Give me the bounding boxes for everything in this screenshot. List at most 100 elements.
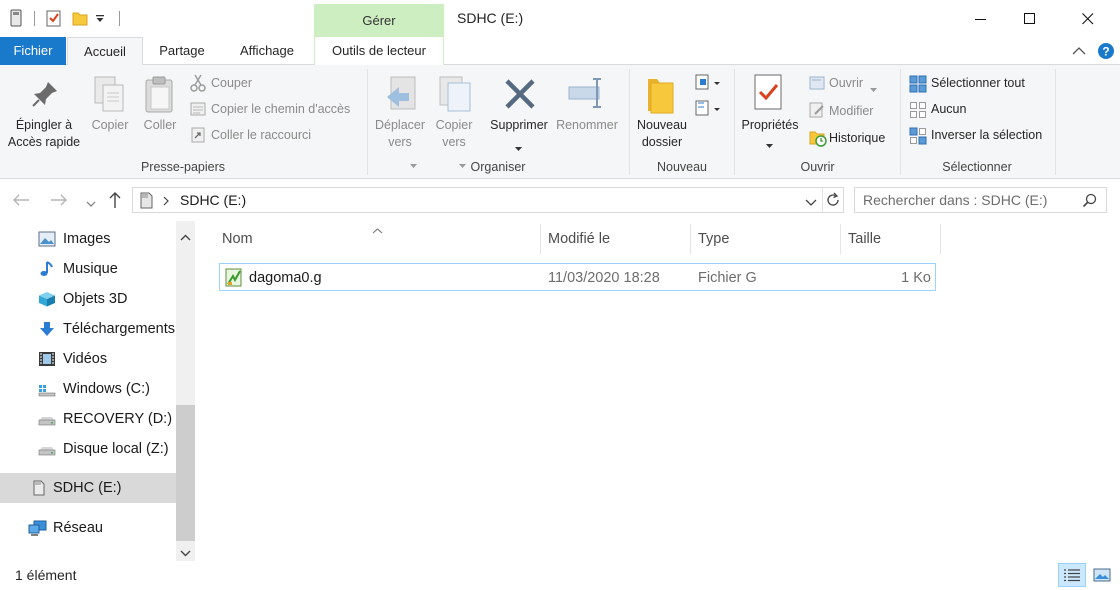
nav-item-label: Vidéos <box>63 351 108 367</box>
open-group-label: Ouvrir <box>800 160 835 174</box>
nav-item-music[interactable]: Musique <box>0 254 176 284</box>
column-divider[interactable] <box>940 224 941 254</box>
file-type: Fichier G <box>698 270 757 286</box>
easy-access-icon[interactable] <box>694 99 722 122</box>
column-divider[interactable] <box>540 224 541 254</box>
nav-item-videos[interactable]: Vidéos <box>0 344 176 374</box>
scroll-up-icon[interactable] <box>180 230 191 244</box>
nav-item-downloads[interactable]: Téléchargements <box>0 314 176 344</box>
address-bar[interactable]: SDHC (E:) <box>132 187 844 213</box>
cut-button[interactable]: Couper <box>211 73 252 93</box>
column-divider[interactable] <box>690 224 691 254</box>
minimize-icon <box>975 18 986 20</box>
rename-button[interactable]: Renommer <box>553 117 621 134</box>
recent-locations-chevron-icon[interactable] <box>86 197 96 211</box>
move-to-button[interactable]: Déplacer vers <box>372 117 428 151</box>
nav-item-3d-objects[interactable]: Objets 3D <box>0 284 176 314</box>
column-header-modified[interactable]: Modifié le <box>548 231 610 247</box>
breadcrumb-separator-icon[interactable] <box>163 195 169 209</box>
pin-quick-access-button[interactable]: Épingler à Accès rapide <box>4 117 84 151</box>
navigation-bar: SDHC (E:) <box>0 179 1120 221</box>
breadcrumb-current[interactable]: SDHC (E:) <box>180 192 246 208</box>
history-icon <box>809 129 827 150</box>
tab-share[interactable]: Partage <box>146 37 218 65</box>
tab-file[interactable]: Fichier <box>0 37 66 65</box>
navigation-pane: Images Musique Objets 3D Téléchargements… <box>0 221 196 561</box>
ribbon-group-divider <box>1055 69 1056 175</box>
search-icon[interactable] <box>1082 193 1097 211</box>
nav-item-label: Images <box>63 231 111 247</box>
nav-scrollbar-thumb[interactable] <box>176 405 195 541</box>
column-header-size[interactable]: Taille <box>848 231 881 247</box>
nav-item-windows-c[interactable]: Windows (C:) <box>0 374 176 404</box>
explorer-app-icon[interactable] <box>9 9 25 27</box>
select-all-icon <box>909 75 927 96</box>
up-arrow-icon[interactable] <box>108 191 122 212</box>
music-icon <box>38 261 56 277</box>
copy-path-button[interactable]: Copier le chemin d'accès <box>211 99 350 119</box>
chevron-down-icon[interactable] <box>766 138 773 152</box>
copy-icon <box>93 75 127 118</box>
paste-shortcut-icon <box>190 127 206 146</box>
column-header-name[interactable]: Nom <box>222 231 253 247</box>
delete-icon <box>503 77 537 114</box>
properties-button[interactable]: Propriétés <box>736 117 804 134</box>
cut-icon <box>190 74 206 95</box>
tab-home[interactable]: Accueil <box>67 37 143 66</box>
edit-button[interactable]: Modifier <box>829 101 873 121</box>
forward-arrow-icon[interactable] <box>50 193 68 210</box>
paste-shortcut-button[interactable]: Coller le raccourci <box>211 125 311 145</box>
tab-view[interactable]: Affichage <box>225 37 309 65</box>
back-arrow-icon[interactable] <box>12 193 30 210</box>
nav-item-images[interactable]: Images <box>0 224 176 254</box>
collapse-ribbon-icon[interactable] <box>1072 45 1086 59</box>
address-divider <box>822 188 823 212</box>
downloads-icon <box>38 321 56 337</box>
clipboard-group-label: Presse-papiers <box>140 160 226 174</box>
ribbon-tabs: Fichier Accueil Partage Affichage Outils… <box>0 37 1120 66</box>
delete-button[interactable]: Supprimer <box>486 117 552 134</box>
select-all-button[interactable]: Sélectionner tout <box>931 73 1025 93</box>
customize-quick-access-icon[interactable] <box>95 13 111 23</box>
chevron-down-icon[interactable] <box>515 141 522 155</box>
scroll-down-icon[interactable] <box>180 546 191 560</box>
pin-label-line1: Épingler à <box>15 118 73 132</box>
open-button[interactable]: Ouvrir <box>829 73 863 93</box>
status-item-count: 1 élément <box>15 567 77 583</box>
new-folder-button[interactable]: Nouveau dossier <box>632 117 692 151</box>
address-history-chevron-icon[interactable] <box>805 196 817 210</box>
tab-drive-tools[interactable]: Outils de lecteur <box>314 37 444 65</box>
history-button[interactable]: Historique <box>829 128 885 148</box>
search-box[interactable] <box>854 187 1107 213</box>
nav-item-network[interactable]: Réseau <box>0 513 176 543</box>
copy-to-line1: Copier <box>435 118 473 132</box>
drive-icon <box>38 411 56 427</box>
new-folder-icon <box>645 75 677 118</box>
properties-quick-icon[interactable] <box>46 9 62 27</box>
paste-button[interactable]: Coller <box>138 117 182 134</box>
file-modified: 11/03/2020 18:28 <box>548 270 660 286</box>
help-icon[interactable]: ? <box>1097 42 1115 63</box>
copy-to-button[interactable]: Copier vers <box>430 117 478 151</box>
close-button[interactable] <box>1065 0 1111 37</box>
search-input[interactable] <box>863 191 1073 209</box>
nav-item-recovery-d[interactable]: RECOVERY (D:) <box>0 404 176 434</box>
refresh-icon[interactable] <box>825 192 841 211</box>
new-item-icon[interactable] <box>694 73 722 96</box>
invert-selection-button[interactable]: Inverser la sélection <box>931 125 1042 145</box>
table-row[interactable]: dagoma0.g 11/03/2020 18:28 Fichier G 1 K… <box>219 263 936 291</box>
maximize-button[interactable] <box>1007 0 1053 37</box>
column-divider[interactable] <box>840 224 841 254</box>
nav-item-local-z[interactable]: Disque local (Z:) <box>0 434 176 464</box>
details-view-button[interactable] <box>1058 563 1086 587</box>
nav-item-sdhc-e[interactable]: SDHC (E:) <box>0 473 176 503</box>
new-folder-quick-icon[interactable] <box>72 9 88 27</box>
sd-card-icon <box>139 192 153 212</box>
file-size: 1 Ko <box>901 270 931 286</box>
minimize-button[interactable] <box>958 0 1004 37</box>
drive-icon <box>38 441 56 457</box>
select-none-button[interactable]: Aucun <box>931 99 966 119</box>
large-icons-view-button[interactable] <box>1088 563 1116 587</box>
copy-button[interactable]: Copier <box>88 117 132 134</box>
column-header-type[interactable]: Type <box>698 231 729 247</box>
